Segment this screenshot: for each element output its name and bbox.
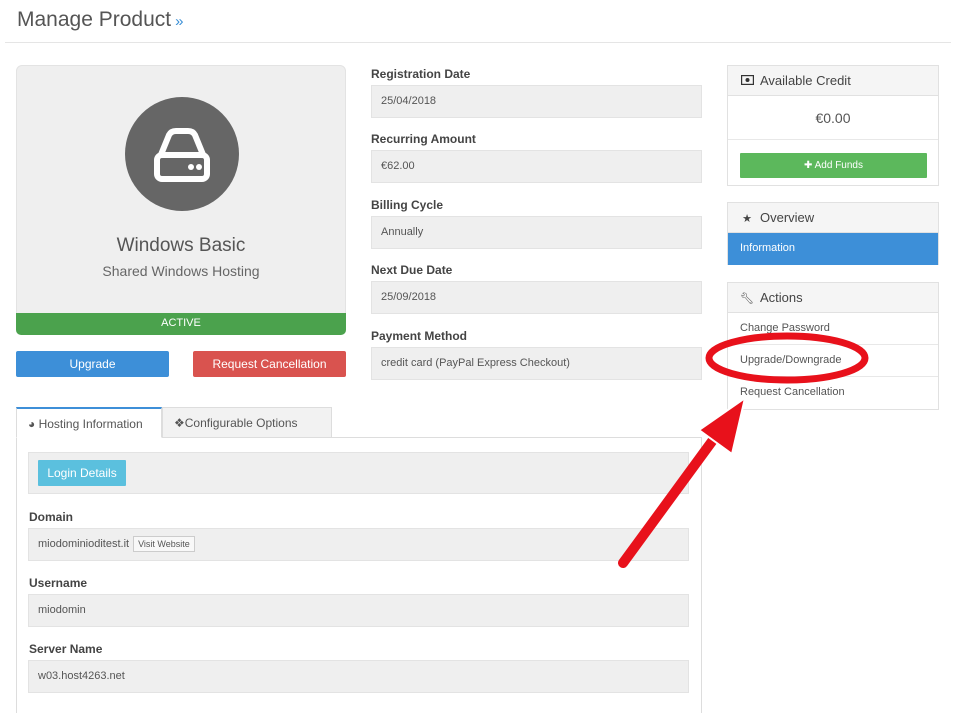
username-label: Username xyxy=(29,576,88,590)
product-group: Shared Windows Hosting xyxy=(102,263,260,279)
add-funds-button[interactable]: ✚ Add Funds xyxy=(740,153,927,178)
overview-panel-header: ★ Overview xyxy=(728,203,938,233)
login-details-box xyxy=(28,452,689,494)
sidebar-item-upgrade-downgrade[interactable]: Upgrade/Downgrade xyxy=(728,345,938,377)
domain-field: miodominioditest.it Visit Website xyxy=(28,528,689,561)
tab-hosting-information-label: Hosting Information xyxy=(38,417,143,431)
recurring-amount-value: €62.00 xyxy=(371,150,702,183)
upgrade-button[interactable]: Upgrade xyxy=(16,351,169,377)
domain-value: miodominioditest.it xyxy=(38,538,130,550)
product-card: Windows Basic Shared Windows Hosting xyxy=(16,65,346,315)
star-icon: ★ xyxy=(742,213,752,225)
login-details-button[interactable]: Login Details xyxy=(38,460,126,486)
status-badge: ACTIVE xyxy=(16,313,346,335)
server-name-label: Server Name xyxy=(29,642,103,656)
title-chevron-icon: » xyxy=(175,13,184,30)
wrench-icon: 🔧︎ xyxy=(740,293,754,305)
visit-website-button[interactable]: Visit Website xyxy=(133,536,195,553)
credit-panel-header: Available Credit xyxy=(728,66,938,96)
cubes-icon: ❖ xyxy=(174,416,185,430)
next-due-date-label: Next Due Date xyxy=(371,263,453,277)
recurring-amount-label: Recurring Amount xyxy=(371,132,476,146)
credit-panel-title: Available Credit xyxy=(760,73,851,88)
tab-strip: ◕ Hosting Information ❖Configurable Opti… xyxy=(16,407,702,438)
tab-hosting-information[interactable]: ◕ Hosting Information xyxy=(16,407,162,438)
sidebar-item-request-cancellation[interactable]: Request Cancellation xyxy=(728,377,938,409)
tab-configurable-options-label: Configurable Options xyxy=(184,416,298,430)
add-funds-label: Add Funds xyxy=(814,160,863,171)
title-divider xyxy=(5,42,951,43)
payment-method-label: Payment Method xyxy=(371,329,468,343)
domain-label: Domain xyxy=(29,510,74,524)
money-icon xyxy=(740,68,754,97)
payment-method-value: credit card (PayPal Express Checkout) xyxy=(371,347,702,380)
sidebar-item-information[interactable]: Information xyxy=(728,233,938,265)
next-due-date-value: 25/09/2018 xyxy=(371,281,702,314)
tab-configurable-options[interactable]: ❖Configurable Options xyxy=(162,407,332,438)
overview-panel-title: Overview xyxy=(760,210,815,225)
username-value: miodomin xyxy=(28,594,689,627)
product-name: Windows Basic xyxy=(116,235,246,256)
sidebar-item-change-password[interactable]: Change Password xyxy=(728,313,938,345)
request-cancellation-button[interactable]: Request Cancellation xyxy=(193,351,346,377)
billing-cycle-value: Annually xyxy=(371,216,702,249)
actions-panel: 🔧︎ Actions Change Password Upgrade/Downgr… xyxy=(727,282,939,410)
actions-panel-title: Actions xyxy=(760,290,803,305)
credit-panel: Available Credit €0.00 ✚ Add Funds xyxy=(727,65,939,186)
page-title-text: Manage Product xyxy=(17,8,172,31)
plus-icon: ✚ xyxy=(804,160,813,171)
actions-panel-header: 🔧︎ Actions xyxy=(728,283,938,313)
billing-cycle-label: Billing Cycle xyxy=(371,198,444,212)
registration-date-label: Registration Date xyxy=(371,67,471,81)
server-name-value: w03.host4263.net xyxy=(28,660,689,693)
globe-icon: ◕ xyxy=(28,417,36,431)
registration-date-value: 25/04/2018 xyxy=(371,85,702,118)
overview-panel: ★ Overview Information xyxy=(727,202,939,265)
credit-amount: €0.00 xyxy=(728,96,938,140)
server-drive-icon xyxy=(125,97,239,211)
page-title: Manage Product» xyxy=(17,8,183,32)
